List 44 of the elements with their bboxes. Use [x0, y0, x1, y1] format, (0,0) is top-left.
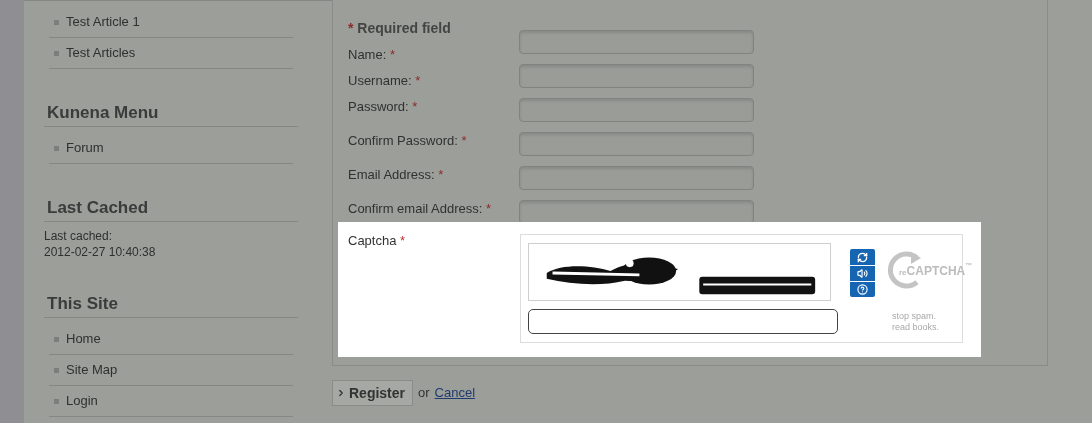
bullet-icon [54, 145, 59, 151]
sidebar-link[interactable]: Forum [66, 138, 104, 158]
refresh-button[interactable] [850, 249, 875, 265]
bullet-icon [54, 50, 59, 56]
field-label: Captcha * [348, 232, 407, 250]
field-label: Password: * [348, 98, 419, 115]
cancel-link[interactable]: Cancel [434, 383, 476, 403]
section-heading: Kunena Menu [47, 103, 160, 123]
cache-text: 2012-02-27 10:40:38 [44, 244, 157, 260]
text-input[interactable] [519, 64, 754, 88]
bullet-icon [54, 398, 59, 404]
sidebar-link[interactable]: Test Articles [66, 43, 136, 63]
section-heading: This Site [47, 294, 119, 314]
text-input[interactable] [519, 200, 754, 224]
field-label: Confirm email Address: * [348, 200, 493, 217]
sidebar-link[interactable]: Login [66, 391, 98, 411]
speaker-icon [857, 268, 868, 279]
bullet-icon [54, 336, 59, 342]
text-input[interactable] [519, 132, 754, 156]
audio-button[interactable] [850, 265, 875, 281]
help-button[interactable] [850, 281, 875, 297]
field-label: Name: * [348, 46, 396, 63]
cache-text: Last cached: [44, 228, 114, 244]
text-input[interactable] [519, 30, 754, 54]
register-button[interactable]: Register [332, 380, 414, 406]
field-label: Confirm Password: * [348, 132, 468, 149]
sidebar-link[interactable]: Test Article 1 [66, 12, 140, 32]
sidebar-link[interactable]: Home [66, 329, 101, 349]
text-input[interactable] [519, 98, 754, 122]
tagline-text: stop spam. [892, 311, 938, 322]
refresh-icon [857, 251, 868, 263]
bullet-icon [54, 19, 59, 25]
field-label: Username: * [348, 72, 422, 89]
section-heading: Last Cached [47, 198, 150, 218]
text-input[interactable] [519, 166, 754, 190]
sidebar-link[interactable]: Site Map [66, 360, 118, 380]
or-text: or [418, 384, 430, 403]
required-note: * Required field [348, 20, 452, 37]
chevron-icon [336, 388, 346, 398]
field-label: Email Address: * [348, 166, 445, 183]
bullet-icon [54, 367, 59, 373]
help-icon [857, 284, 868, 295]
tagline-text: read books. [892, 322, 941, 333]
captcha-input[interactable] [528, 309, 838, 334]
